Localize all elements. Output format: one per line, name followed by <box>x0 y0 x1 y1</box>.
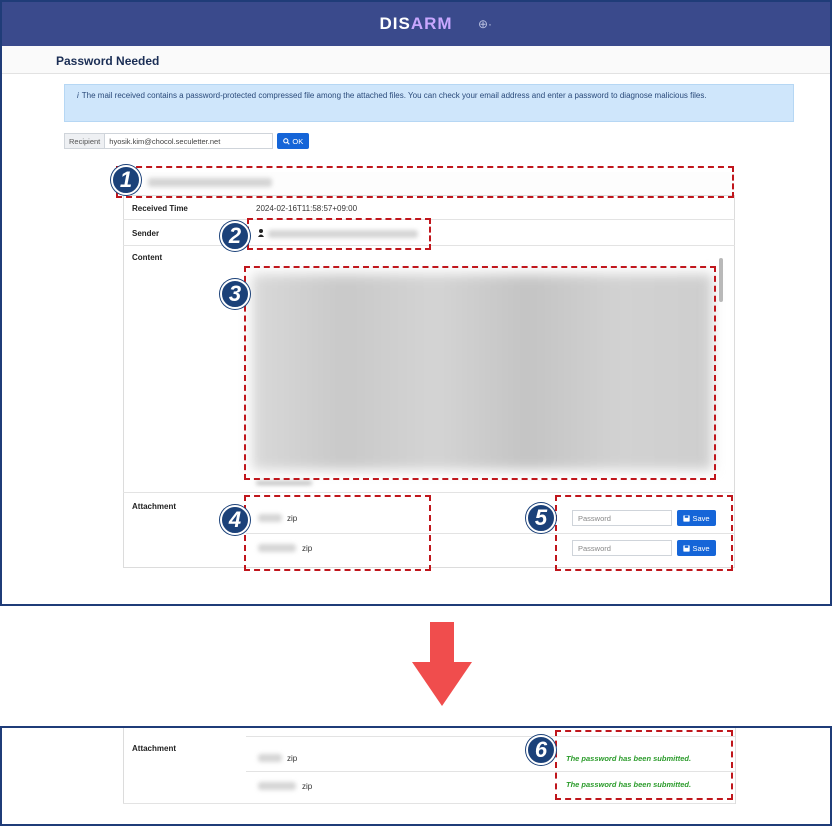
received-time-value: 2024-02-16T11:58:57+09:00 <box>256 204 358 213</box>
step-badge: 1 <box>111 165 141 195</box>
sender-label: Sender <box>132 229 160 238</box>
panel-border-left <box>123 728 124 804</box>
attachment-name-blurred <box>258 782 296 790</box>
search-icon <box>283 137 291 145</box>
top-navbar: DISARM ⊕· <box>2 2 830 46</box>
info-notice: i The mail received contains a password-p… <box>64 84 794 122</box>
down-arrow-icon <box>412 622 472 706</box>
attachment-name-blurred <box>258 754 282 762</box>
recipient-group: Recipient hyosik.kim@chocol.seculetter.n… <box>64 133 310 149</box>
annotation-box-attachments <box>244 495 431 571</box>
received-time-label: Received Time <box>132 204 188 213</box>
annotation-box-subject <box>116 166 734 198</box>
attachment-ext: zip <box>287 754 298 763</box>
content-label: Content <box>132 253 163 262</box>
attachment-ext: zip <box>302 782 313 791</box>
page-header: Password Needed <box>2 46 830 74</box>
row-divider <box>123 492 735 493</box>
content-hscroll[interactable] <box>256 481 312 485</box>
content-scrollbar[interactable] <box>719 258 723 302</box>
panel-border-bottom <box>123 803 735 804</box>
info-icon: i <box>77 91 79 100</box>
notice-text: The mail received contains a password-pr… <box>81 91 707 100</box>
step-badge: 2 <box>220 221 250 251</box>
ok-button[interactable]: OK <box>277 133 310 149</box>
annotation-box-submitted <box>555 730 733 800</box>
recipient-input[interactable]: hyosik.kim@chocol.seculetter.net <box>105 133 274 149</box>
globe-icon[interactable]: ⊕· <box>478 17 492 31</box>
panel-border-right <box>735 728 736 804</box>
recipient-label: Recipient <box>64 133 106 149</box>
annotation-box-password <box>555 495 733 571</box>
annotation-box-sender <box>247 218 431 250</box>
step-badge: 3 <box>220 279 250 309</box>
attachment-label: Attachment <box>132 502 177 511</box>
annotation-box-content <box>244 266 716 480</box>
step-badge: 6 <box>526 735 556 765</box>
step-badge: 4 <box>220 505 250 535</box>
page-title: Password Needed <box>56 54 160 68</box>
app-logo[interactable]: DISARM <box>379 14 452 34</box>
step-badge: 5 <box>526 503 556 533</box>
attachment-label: Attachment <box>132 744 177 753</box>
